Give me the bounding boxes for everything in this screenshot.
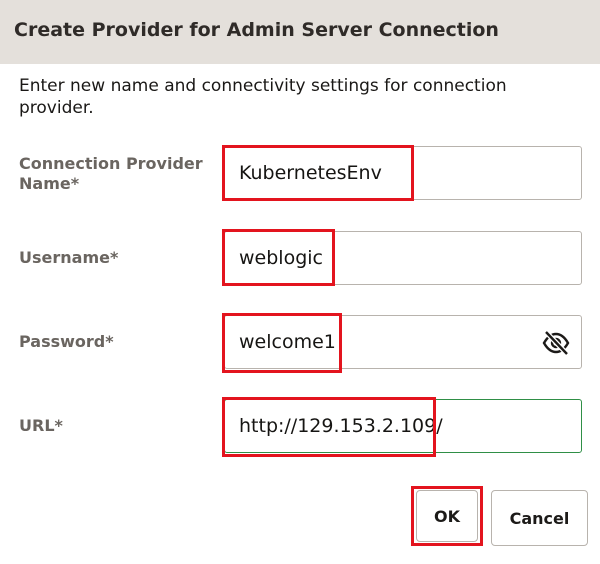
ok-button[interactable]: OK [416,490,478,542]
password-field[interactable] [224,315,582,369]
cancel-button[interactable]: Cancel [491,490,588,546]
provider-name-field[interactable] [224,146,582,200]
eye-slash-icon[interactable] [542,330,570,356]
provider-name-label: Connection Provider Name* [19,154,203,193]
provider-name-input[interactable] [225,147,581,199]
username-input[interactable] [225,232,581,284]
url-input[interactable] [225,400,581,452]
url-label: URL* [19,416,63,435]
password-label: Password* [19,332,114,351]
dialog-description: Enter new name and connectivity settings… [19,76,507,118]
url-field[interactable] [224,399,582,453]
username-field[interactable] [224,231,582,285]
dialog-titlebar: Create Provider for Admin Server Connect… [0,0,600,64]
password-input[interactable] [225,316,581,368]
create-provider-dialog: Create Provider for Admin Server Connect… [0,0,600,564]
dialog-title: Create Provider for Admin Server Connect… [14,19,499,41]
username-label: Username* [19,248,119,267]
